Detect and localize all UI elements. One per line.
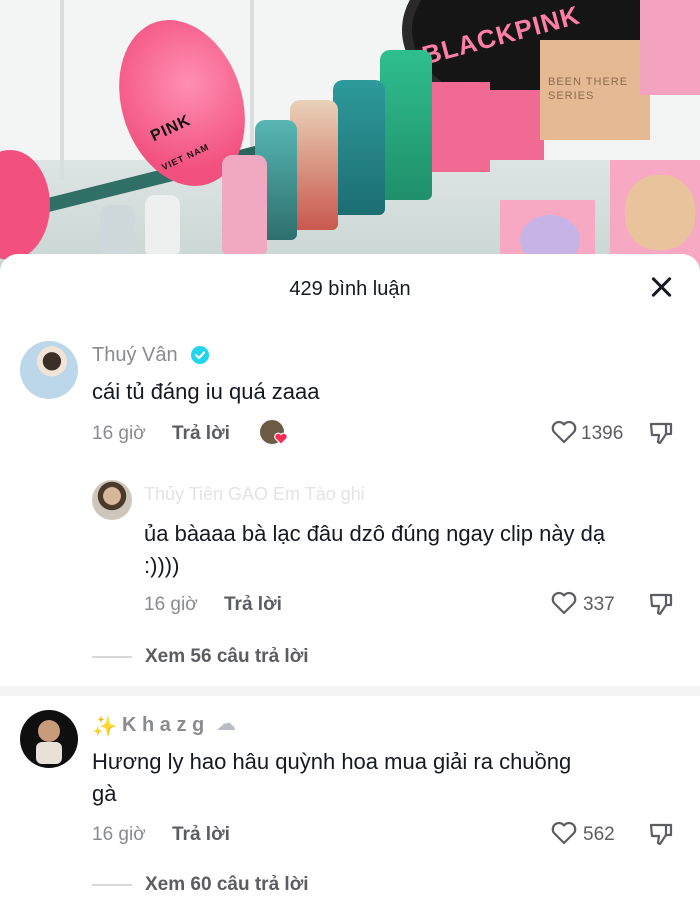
dislike-icon[interactable]	[648, 821, 674, 847]
dislike-icon[interactable]	[648, 591, 674, 617]
avatar-figure	[38, 720, 60, 742]
cup	[100, 205, 135, 260]
pink-box	[640, 0, 700, 95]
tumbler	[290, 100, 338, 230]
like-heart-icon[interactable]	[551, 591, 577, 615]
avatar[interactable]	[20, 710, 78, 768]
cup	[145, 195, 180, 255]
like-count: 1396	[581, 423, 624, 444]
creator-heart-icon	[274, 432, 288, 445]
like-heart-icon[interactable]	[551, 821, 577, 845]
reply-username[interactable]: Thủy Tiên GAO Em Tào ghi	[144, 484, 365, 505]
plush-toy	[625, 175, 695, 250]
comments-sheet: 429 bình luận Thuý Vân cái tủ đáng iu qu…	[0, 254, 700, 917]
cabinet-seam	[60, 0, 64, 180]
cloud-icon: ☁	[216, 713, 236, 735]
verified-badge-icon	[191, 346, 209, 364]
view-replies-line	[92, 656, 132, 658]
cabinet-seam	[250, 0, 254, 160]
comment-username[interactable]: Thuý Vân	[92, 344, 178, 367]
tumbler	[380, 50, 432, 200]
reply-time: 16 giờ	[144, 594, 198, 615]
avatar[interactable]	[20, 341, 78, 399]
like-heart-icon[interactable]	[551, 420, 577, 444]
reply-button[interactable]: Trả lời	[172, 824, 230, 846]
view-more-replies[interactable]: Xem 56 câu trả lời	[145, 646, 308, 668]
view-more-replies[interactable]: Xem 60 câu trả lời	[145, 874, 308, 896]
box-text: BEEN THERE SERIES	[548, 76, 629, 102]
sparkle-icon: ✨	[92, 716, 117, 738]
close-icon[interactable]	[646, 272, 676, 302]
pink-box	[432, 82, 490, 172]
comment-text: Hương ly hao hâu quỳnh hoa mua giải ra c…	[92, 749, 572, 774]
reply-text: :))))	[144, 553, 180, 578]
comment-count: 429 bình luận	[289, 278, 411, 300]
reply-avatar[interactable]	[92, 480, 132, 520]
reply-text: ủa bàaaa bà lạc đâu dzô đúng ngay clip n…	[144, 521, 606, 546]
divider	[0, 686, 700, 696]
comments-header: 429 bình luận	[0, 254, 700, 324]
comment-text: cái tủ đáng iu quá zaaa	[92, 379, 320, 404]
pink-hat-left	[0, 150, 50, 260]
avatar-figure	[36, 742, 62, 764]
dislike-icon[interactable]	[648, 420, 674, 446]
pink-box	[488, 90, 544, 160]
reply-button[interactable]: Trả lời	[172, 423, 230, 445]
comment-time: 16 giờ	[92, 423, 146, 444]
comment-time: 16 giờ	[92, 824, 146, 845]
video-background[interactable]: PINK VIET NAM BLACKPINK BEEN THERE SERIE…	[0, 0, 700, 270]
tumbler	[333, 80, 385, 215]
reply-button[interactable]: Trả lời	[224, 594, 282, 616]
like-count: 337	[583, 594, 615, 615]
like-count: 562	[583, 824, 615, 845]
view-replies-line	[92, 884, 132, 886]
comment-username[interactable]: K h a z g	[122, 714, 204, 737]
tumbler	[222, 155, 267, 255]
comment-text: gà	[92, 781, 117, 806]
